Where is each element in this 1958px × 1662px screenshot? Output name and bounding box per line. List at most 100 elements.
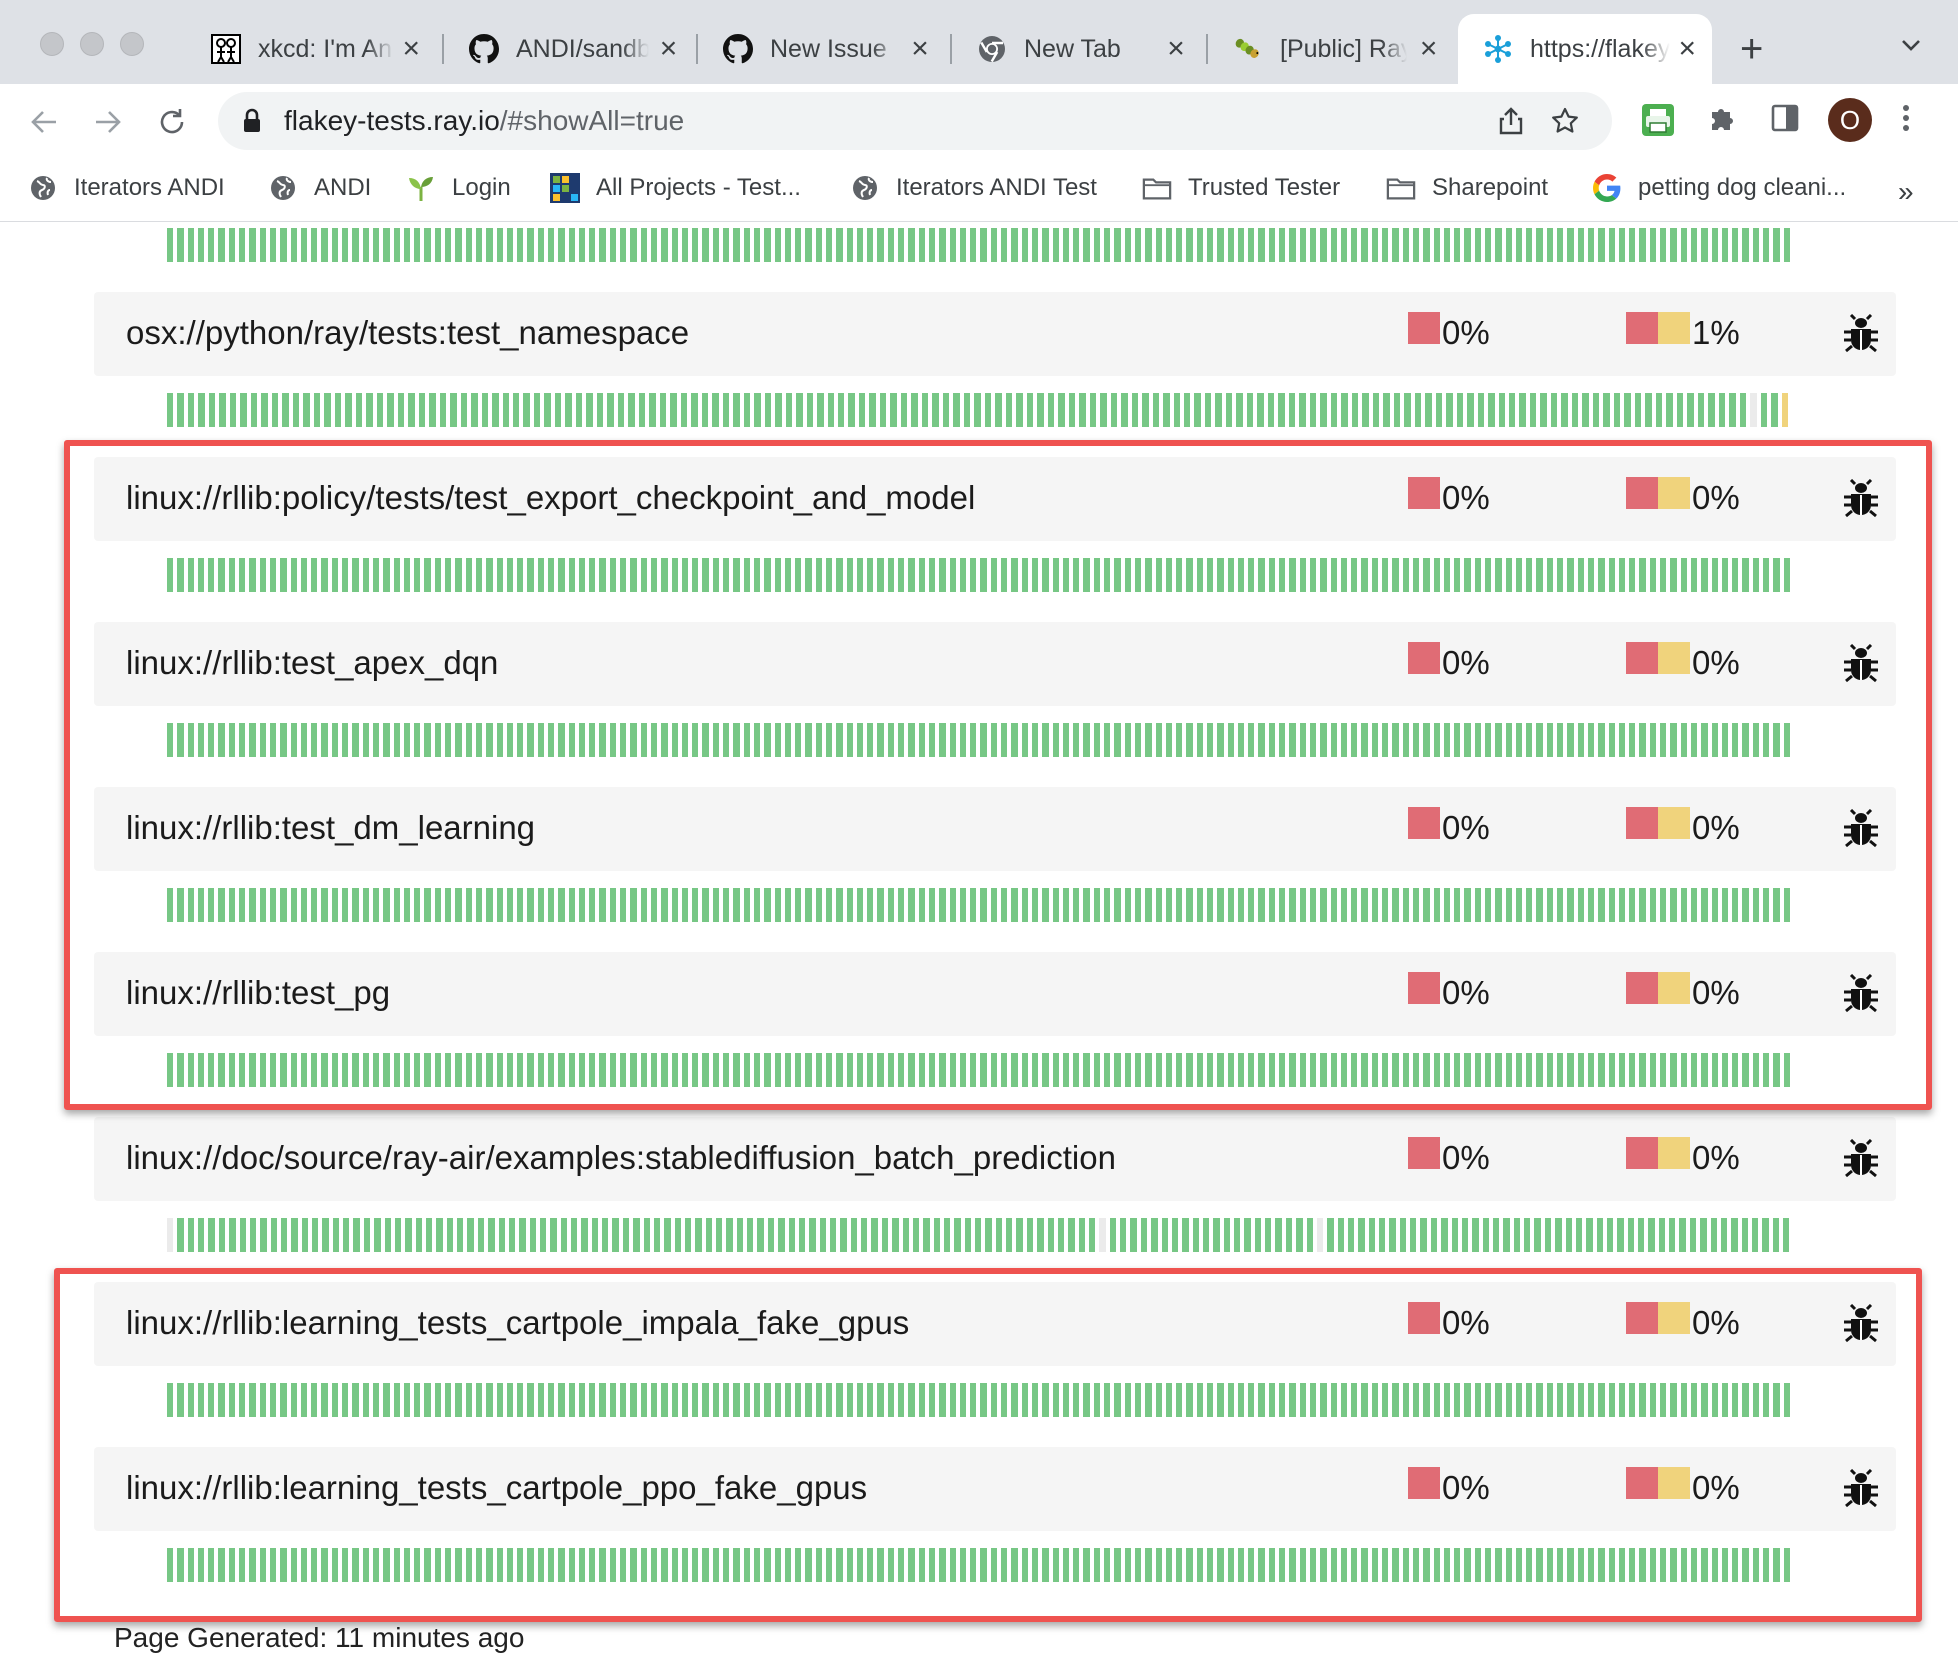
tab-new-tab[interactable]: New Tab ×: [952, 14, 1206, 84]
history-cell-pass[interactable]: [408, 393, 415, 427]
history-cell-pass[interactable]: [928, 1383, 936, 1417]
history-cell-pass[interactable]: [517, 228, 524, 262]
history-cell-pass[interactable]: [681, 558, 689, 592]
history-cell-pass[interactable]: [1001, 1383, 1008, 1417]
history-cell-pass[interactable]: [1011, 1383, 1018, 1417]
history-cell-pass[interactable]: [599, 558, 606, 592]
history-cell-pass[interactable]: [1629, 1548, 1636, 1582]
history-cell-pass[interactable]: [684, 1218, 692, 1252]
tab-close-icon[interactable]: ×: [906, 32, 934, 66]
history-cell-pass[interactable]: [445, 228, 452, 262]
history-cell-pass[interactable]: [300, 723, 308, 757]
history-cell-pass[interactable]: [898, 1548, 905, 1582]
history-cell-pass[interactable]: [290, 1383, 297, 1417]
history-cell-pass[interactable]: [228, 1053, 236, 1087]
history-cell-pass[interactable]: [918, 1548, 925, 1582]
history-cell-pass[interactable]: [1217, 1383, 1224, 1417]
bug-icon[interactable]: [1842, 1303, 1880, 1344]
history-cell-pass[interactable]: [259, 558, 266, 592]
history-cell-pass[interactable]: [366, 393, 373, 427]
history-cell-pass[interactable]: [1433, 1548, 1440, 1582]
test-row[interactable]: linux://rllib:test_apex_dqn 0% 0%: [94, 622, 1896, 706]
history-cell-pass[interactable]: [1783, 558, 1790, 592]
history-cell-pass[interactable]: [733, 1053, 740, 1087]
history-cell-pass[interactable]: [208, 723, 215, 757]
history-cell-pass[interactable]: [733, 1548, 740, 1582]
history-cell-pass[interactable]: [405, 1218, 412, 1252]
history-cell-pass[interactable]: [1474, 1548, 1481, 1582]
history-cell-pass[interactable]: [455, 1053, 462, 1087]
history-cell-pass[interactable]: [1464, 228, 1471, 262]
history-cell-pass[interactable]: [506, 888, 514, 922]
history-cell-pass[interactable]: [747, 1218, 754, 1252]
history-cell-pass[interactable]: [1392, 1548, 1399, 1582]
history-cell-pass[interactable]: [177, 228, 184, 262]
history-cell-pass[interactable]: [1279, 888, 1286, 922]
history-cell-pass[interactable]: [1142, 393, 1149, 427]
history-cell-pass[interactable]: [321, 1053, 328, 1087]
history-cell-pass[interactable]: [218, 723, 225, 757]
history-cell-pass[interactable]: [1529, 393, 1537, 427]
history-cell-pass[interactable]: [1575, 1218, 1583, 1252]
history-cell-pass[interactable]: [609, 723, 617, 757]
history-cell-pass[interactable]: [554, 393, 562, 427]
history-cell-pass[interactable]: [1031, 228, 1039, 262]
history-cell-pass[interactable]: [1145, 558, 1152, 592]
history-cell-pass[interactable]: [806, 393, 814, 427]
history-cell-pass[interactable]: [858, 393, 866, 427]
history-cell-pass[interactable]: [1278, 393, 1285, 427]
bookmark-andi[interactable]: ANDI: [268, 166, 371, 210]
history-cell-pass[interactable]: [177, 1053, 184, 1087]
history-cell-pass[interactable]: [918, 723, 925, 757]
history-cell-pass[interactable]: [1731, 1218, 1738, 1252]
history-cell-pass[interactable]: [589, 723, 596, 757]
history-cell-pass[interactable]: [1629, 1053, 1636, 1087]
history-cell-pass[interactable]: [1676, 393, 1684, 427]
history-cell-pass[interactable]: [1618, 228, 1626, 262]
history-cell-pass[interactable]: [1062, 228, 1070, 262]
history-cell-pass[interactable]: [1206, 888, 1214, 922]
history-cell-pass[interactable]: [805, 228, 812, 262]
history-cell-pass[interactable]: [1618, 1383, 1626, 1417]
history-cell-pass[interactable]: [1217, 1053, 1224, 1087]
history-cell-pass[interactable]: [372, 228, 380, 262]
history-cell-pass[interactable]: [1289, 723, 1296, 757]
history-cell-pass[interactable]: [836, 1548, 843, 1582]
history-cell-pass[interactable]: [1392, 1383, 1399, 1417]
test-row[interactable]: osx://python/ray/tests:test_namespace 0%…: [94, 292, 1896, 376]
history-cell-pass[interactable]: [508, 1218, 516, 1252]
history-cell-pass[interactable]: [887, 558, 895, 592]
history-cell-pass[interactable]: [362, 558, 369, 592]
history-cell-pass[interactable]: [1608, 228, 1615, 262]
history-cell-pass[interactable]: [1587, 723, 1595, 757]
history-cell-pass[interactable]: [1258, 1053, 1265, 1087]
history-cell-pass[interactable]: [661, 1053, 668, 1087]
history-cell-pass[interactable]: [1351, 1053, 1358, 1087]
history-cell-pass[interactable]: [1392, 228, 1399, 262]
lock-icon[interactable]: [242, 108, 262, 139]
history-cell-pass[interactable]: [517, 723, 524, 757]
history-cell-pass[interactable]: [300, 228, 308, 262]
history-cell-pass[interactable]: [1371, 1053, 1379, 1087]
history-cell-pass[interactable]: [269, 558, 277, 592]
history-cell-pass[interactable]: [1639, 888, 1646, 922]
history-cell-pass[interactable]: [578, 1053, 586, 1087]
history-cell-pass[interactable]: [1557, 723, 1564, 757]
history-cell-pass[interactable]: [1042, 888, 1049, 922]
history-cell-pass[interactable]: [455, 723, 462, 757]
history-cell-pass[interactable]: [362, 723, 369, 757]
history-cell-pass[interactable]: [1073, 1383, 1080, 1417]
history-cell-pass[interactable]: [1351, 888, 1358, 922]
history-cell-pass[interactable]: [1783, 723, 1790, 757]
history-cell-pass[interactable]: [1629, 558, 1636, 592]
history-cell-pass[interactable]: [362, 1383, 369, 1417]
history-cell-pass[interactable]: [259, 1548, 266, 1582]
history-cell-pass[interactable]: [898, 1383, 905, 1417]
history-cell-pass[interactable]: [198, 393, 205, 427]
history-cell-pass[interactable]: [805, 1548, 812, 1582]
history-cell-pass[interactable]: [949, 888, 956, 922]
history-cell-pass[interactable]: [397, 393, 405, 427]
history-cell-pass[interactable]: [477, 1218, 485, 1252]
history-cell-pass[interactable]: [970, 228, 977, 262]
history-cell-pass[interactable]: [1711, 1548, 1718, 1582]
